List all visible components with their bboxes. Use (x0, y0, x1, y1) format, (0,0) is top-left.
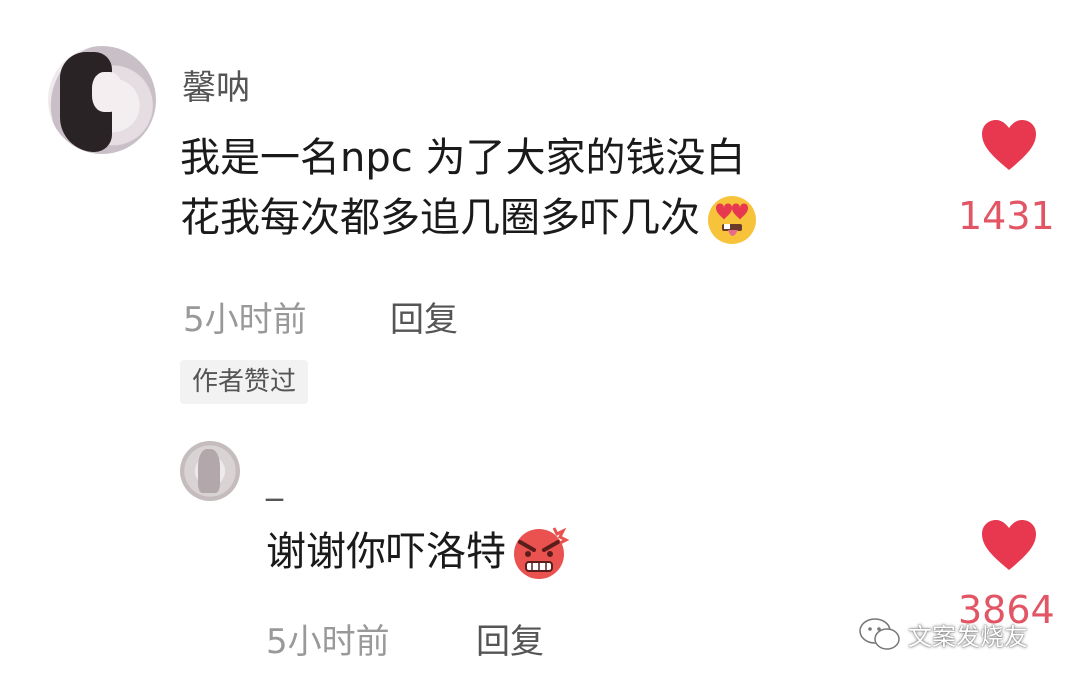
like-count: 1431 (958, 194, 1055, 238)
user-avatar[interactable] (48, 46, 156, 154)
comment-text: 我是一名npc 为了大家的钱没白 花我每次都多追几圈多吓几次 (180, 128, 764, 248)
author-liked-badge: 作者赞过 (180, 360, 309, 404)
heart-icon[interactable] (980, 118, 1038, 172)
comment-text: 谢谢你吓洛特 (266, 522, 572, 582)
comment-text-line: 花我每次都多追几圈多吓几次 (180, 188, 764, 248)
wechat-icon (859, 618, 900, 650)
reply-button[interactable]: 回复 (476, 614, 544, 663)
angry-face-emoji (514, 527, 570, 579)
timestamp: 5小时前 (183, 300, 307, 340)
watermark: 文案发烧友 (858, 616, 1028, 652)
heart-icon[interactable] (980, 518, 1038, 572)
heart-eyes-tongue-emoji (708, 196, 756, 244)
watermark-text: 文案发烧友 (908, 622, 1028, 651)
timestamp: 5小时前 (266, 622, 390, 662)
username[interactable]: _ (266, 462, 283, 502)
username[interactable]: 馨呐 (182, 60, 250, 109)
comment-text-line: 我是一名npc 为了大家的钱没白 (180, 135, 746, 181)
reply-button[interactable]: 回复 (390, 292, 458, 341)
user-avatar[interactable] (180, 441, 240, 501)
